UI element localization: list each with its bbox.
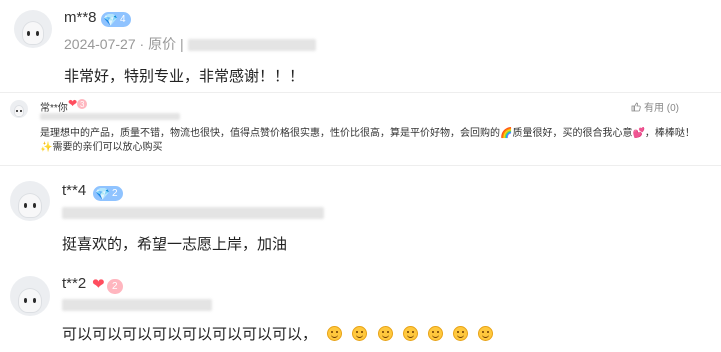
diamond-icon: 💎 [103,12,118,27]
price-label: 原价 [148,36,177,52]
review-date: 2024-07-27 [64,36,136,52]
smile-emoji-icon [478,326,494,341]
smile-emoji-icon [427,326,443,341]
avatar[interactable] [14,10,52,48]
heart-icon: ❤ [68,98,78,110]
heart-icon: ❤ [92,276,105,293]
avatar[interactable] [10,276,50,316]
member-badge: 3 [77,99,88,109]
helpful-button[interactable]: 有用 (0) [631,99,679,114]
review-content: 非常好，特别专业，非常感谢！！！ [64,68,305,85]
smile-emoji-icon [327,326,343,341]
username[interactable]: 常**你 [40,99,68,114]
smile-emoji-icon [377,326,393,341]
redacted-meta [62,207,324,219]
redacted-meta [40,113,180,120]
avatar[interactable] [10,181,50,221]
username[interactable]: t**4 [62,182,86,199]
member-badge: 2 [107,279,123,294]
member-badge: 💎 4 [101,12,131,27]
avatar[interactable] [10,100,28,118]
redacted-meta [62,299,212,311]
divider [0,165,721,166]
username[interactable]: t**2 [62,275,86,292]
diamond-icon: 💎 [95,186,110,201]
smile-emoji-icon [402,326,418,341]
smile-emoji-icon [453,326,469,341]
review-content: 可以可以可以可以可以可以可以可以， [62,323,494,344]
divider [0,92,721,93]
member-badge: 💎 2 [93,186,123,201]
smile-emoji-icon [352,326,368,341]
redacted-sku [187,39,316,52]
username[interactable]: m**8 [64,9,97,26]
review-content: 是理想中的产品，质量不错，物流也很快，值得点赞价格很实惠，性价比很高，算是平价好… [40,128,695,153]
review-meta: 2024-07-27 · 原价 | [64,34,316,54]
review-content: 挺喜欢的，希望一志愿上岸，加油 [62,236,288,253]
thumbs-up-icon [631,102,641,111]
